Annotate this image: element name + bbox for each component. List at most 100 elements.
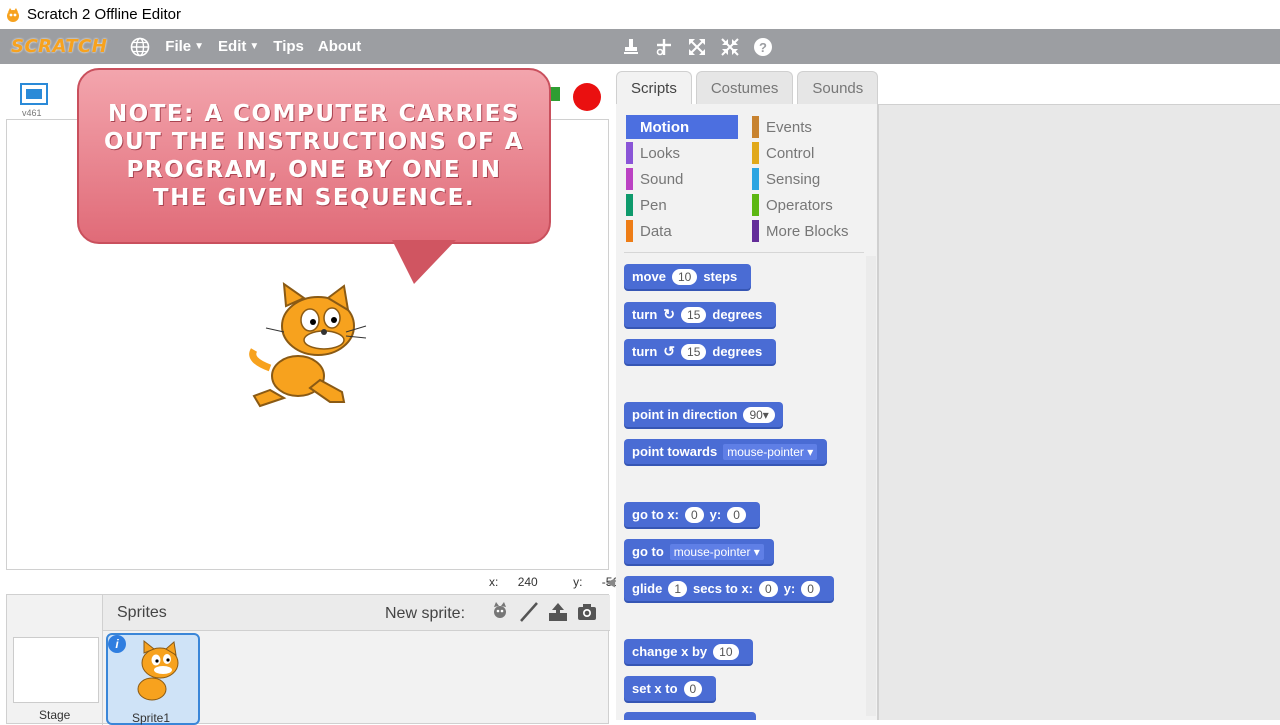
camera-icon[interactable] [574, 599, 600, 625]
block-go-to-xy[interactable]: go to x: 0 y: 0 [624, 502, 760, 527]
block-word: glide [632, 581, 663, 596]
menu-edit-label: Edit [218, 38, 247, 55]
block-word: go to x: [632, 507, 679, 522]
block-number-input[interactable]: 0 [727, 506, 746, 523]
block-word: point in direction [632, 407, 738, 422]
block-number-input[interactable]: 1 [668, 580, 688, 597]
category-looks[interactable]: Looks [626, 141, 738, 165]
block-word: steps [703, 269, 738, 284]
new-sprite-label: New sprite: [385, 605, 466, 622]
title-bar: Scratch 2 Offline Editor [0, 0, 1280, 29]
stage-thumbnail[interactable] [13, 637, 99, 703]
category-color-bar [752, 168, 759, 190]
window-title: Scratch 2 Offline Editor [27, 6, 181, 23]
version-label: v461 [22, 108, 42, 118]
block-number-input[interactable]: 0 [683, 680, 703, 697]
block-number-input[interactable]: 15 [681, 306, 707, 323]
duplicate-stamp-icon[interactable] [620, 36, 642, 58]
category-color-bar [626, 194, 633, 216]
block-word: go to [632, 544, 664, 559]
y-label: y: [573, 575, 583, 589]
sprite-name: Sprite1 [132, 711, 171, 725]
category-label: Sound [640, 170, 684, 188]
menu-tips[interactable]: Tips [273, 38, 304, 55]
category-label: Events [766, 118, 812, 136]
category-motion[interactable]: Motion [626, 115, 738, 139]
block-number-input[interactable]: 15 [681, 343, 707, 360]
x-value: 240 [517, 575, 538, 589]
block-number-input[interactable]: 0 [759, 580, 778, 597]
block-word: degrees [712, 307, 763, 322]
palette-divider [624, 252, 864, 253]
block-turn-right[interactable]: turn ↻ 15 degrees [624, 302, 777, 327]
choose-sprite-library-icon[interactable] [487, 599, 513, 625]
block-target-dropdown[interactable]: mouse-pointer ▾ [669, 543, 764, 560]
chevron-down-icon: ▼ [249, 41, 260, 52]
tab-scripts[interactable]: Scripts [616, 71, 692, 104]
block-word: turn [632, 307, 658, 322]
menu-edit[interactable]: Edit ▼ [218, 38, 259, 55]
category-pen[interactable]: Pen [626, 193, 738, 217]
category-control[interactable]: Control [752, 141, 864, 165]
category-events[interactable]: Events [752, 115, 864, 139]
shrink-icon[interactable] [719, 36, 741, 58]
palette-scrollbar[interactable] [866, 256, 876, 716]
block-point-in-direction[interactable]: point in direction 90▾ [624, 402, 783, 427]
block-partial-next[interactable] [624, 712, 756, 720]
block-word: move [632, 269, 666, 284]
upload-sprite-icon[interactable] [545, 599, 571, 625]
category-label: Pen [640, 196, 667, 214]
tab-costumes[interactable]: Costumes [695, 71, 794, 104]
category-data[interactable]: Data [626, 219, 738, 243]
stop-button[interactable] [573, 83, 601, 111]
block-turn-left[interactable]: turn ↺ 15 degrees [624, 339, 777, 364]
editor-tabs: Scripts Costumes Sounds [616, 71, 882, 105]
paint-brush-icon[interactable] [516, 599, 542, 625]
block-glide[interactable]: glide 1 secs to x: 0 y: 0 [624, 576, 834, 601]
category-color-bar [626, 168, 633, 190]
toolbar-tools: ? [620, 29, 785, 64]
sprites-pane: Stage Sprites New sprite: i Sprite1 [6, 594, 610, 725]
x-label: x: [489, 575, 499, 589]
cat-sprite[interactable] [240, 280, 372, 412]
block-number-input[interactable]: 10 [671, 268, 698, 285]
block-target-dropdown[interactable]: mouse-pointer ▾ [723, 443, 818, 460]
block-number-input[interactable]: 0 [801, 580, 820, 597]
tab-sounds[interactable]: Sounds [797, 71, 879, 104]
block-word: y: [709, 507, 722, 522]
block-number-input[interactable]: 10 [713, 643, 739, 660]
category-operators[interactable]: Operators [752, 193, 864, 217]
menu-about[interactable]: About [318, 38, 361, 55]
collapse-arrow-icon[interactable]: ◀ [606, 575, 615, 589]
category-more-blocks[interactable]: More Blocks [752, 219, 864, 243]
category-sensing[interactable]: Sensing [752, 167, 864, 191]
sprite-thumbnail-sprite1[interactable]: i Sprite1 [106, 633, 200, 725]
grow-icon[interactable] [686, 36, 708, 58]
scratch-logo[interactable]: SCRATCH [11, 36, 107, 57]
category-label: Control [766, 144, 815, 162]
presentation-mode-icon[interactable] [19, 81, 49, 107]
scripts-area[interactable] [878, 104, 1280, 720]
menu-file-label: File [165, 38, 192, 55]
block-go-to[interactable]: go to mouse-pointer ▾ [624, 539, 774, 564]
note-text: NOTE: A COMPUTER CARRIES OUT THE INSTRUC… [103, 101, 525, 211]
cut-scissors-icon[interactable] [653, 36, 675, 58]
new-sprite-tools [487, 599, 603, 625]
help-icon[interactable]: ? [752, 36, 774, 58]
block-word: y: [783, 581, 796, 596]
block-change-x[interactable]: change x by 10 [624, 639, 753, 664]
block-word: turn [632, 344, 658, 359]
note-speech-bubble: NOTE: A COMPUTER CARRIES OUT THE INSTRUC… [77, 68, 551, 244]
block-point-towards[interactable]: point towards mouse-pointer ▾ [624, 439, 828, 464]
language-globe-icon[interactable] [129, 36, 151, 58]
block-direction-dropdown[interactable]: 90▾ [743, 406, 775, 423]
block-number-input[interactable]: 0 [684, 506, 704, 523]
category-sound[interactable]: Sound [626, 167, 738, 191]
block-move-steps[interactable]: move 10 steps [624, 264, 752, 289]
category-color-bar [626, 142, 633, 164]
scratch-cat-app-icon [7, 7, 19, 22]
category-color-bar [752, 116, 759, 138]
block-set-x[interactable]: set x to 0 [624, 676, 717, 701]
menu-file[interactable]: File ▼ [165, 38, 204, 55]
category-label: More Blocks [766, 222, 849, 240]
